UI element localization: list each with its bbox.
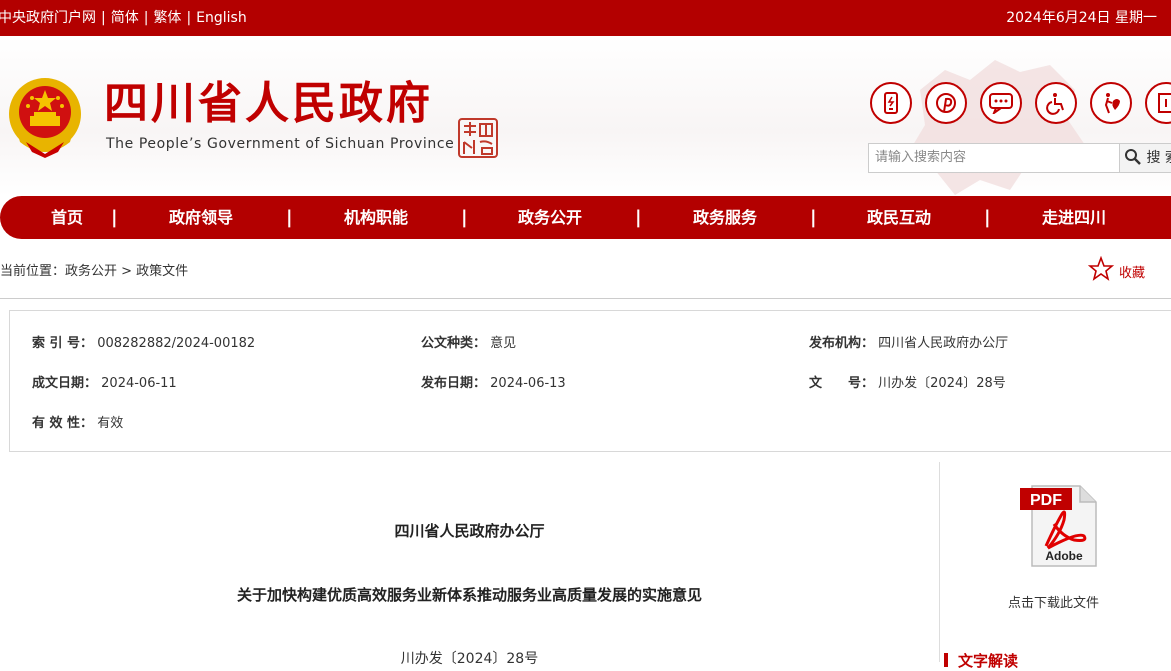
meta-validity: 有 效 性： 有效	[32, 412, 123, 431]
site-title[interactable]: 四川省人民政府	[104, 76, 433, 132]
sidebar-divider	[939, 462, 940, 662]
meta-value: 川办发〔2024〕28号	[878, 376, 1006, 391]
search-button-label: 搜 索	[1146, 150, 1171, 166]
sichuan-seal-logo	[458, 118, 498, 158]
link-simplified[interactable]: 简体	[111, 10, 139, 26]
top-separator: |	[101, 10, 106, 26]
pinterest-icon[interactable]	[925, 82, 967, 124]
link-central-gov[interactable]: 中央政府门户网	[0, 10, 96, 26]
star-icon	[1088, 256, 1114, 281]
heading-marker	[944, 653, 948, 667]
meta-label: 公文种类：	[421, 336, 487, 351]
nav-separator: |	[984, 207, 991, 228]
nav-separator: |	[461, 207, 468, 228]
meta-label: 发布日期：	[421, 376, 487, 391]
wheelchair-icon[interactable]	[1035, 82, 1077, 124]
meta-index: 索 引 号： 008282882/2024-00182	[32, 332, 255, 351]
search-icon	[1125, 149, 1141, 165]
nav-separator: |	[111, 207, 118, 228]
nav-functions[interactable]: 机构职能	[344, 196, 408, 239]
national-emblem-logo[interactable]	[6, 76, 84, 158]
document-issuer: 四川省人民政府办公厅	[394, 522, 545, 540]
nav-leaders[interactable]: 政府领导	[169, 196, 233, 239]
divider	[0, 298, 1171, 299]
document-number: 川办发〔2024〕28号	[400, 651, 539, 667]
meta-value: 2024-06-11	[101, 376, 177, 391]
meta-label: 有 效 性：	[32, 416, 94, 431]
adobe-text: Adobe	[1045, 549, 1083, 563]
nav-interaction[interactable]: 政民互动	[867, 196, 931, 239]
meta-label: 文 号：	[809, 376, 875, 391]
exit-icon[interactable]	[1145, 82, 1171, 124]
meta-value: 有效	[97, 416, 124, 431]
nav-separator: |	[286, 207, 293, 228]
nav-gov-affairs[interactable]: 政务公开	[518, 196, 582, 239]
meta-label: 成文日期：	[32, 376, 98, 391]
nav-separator: |	[810, 207, 817, 228]
download-caption[interactable]: 点击下载此文件	[1008, 592, 1099, 611]
sidebar-heading-text: 文字解读	[958, 652, 1019, 670]
meta-doc-number: 文 号： 川办发〔2024〕28号	[809, 372, 1006, 391]
meta-label: 发布机构：	[809, 336, 875, 351]
search-button[interactable]: 搜 索	[1120, 143, 1171, 173]
pdf-badge-text: PDF	[1030, 492, 1062, 509]
site-header: 四川省人民政府 The People’s Government of Sichu…	[0, 36, 1171, 196]
meta-value: 意见	[490, 336, 517, 351]
meta-created: 成文日期： 2024-06-11	[32, 372, 177, 391]
meta-value: 四川省人民政府办公厅	[878, 336, 1009, 351]
link-traditional[interactable]: 繁体	[153, 10, 181, 26]
meta-publisher: 发布机构： 四川省人民政府办公厅	[809, 332, 1008, 351]
breadcrumb: 当前位置：政务公开 > 政策文件	[0, 264, 189, 279]
link-english[interactable]: English	[196, 10, 247, 26]
nav-about-sichuan[interactable]: 走进四川	[1042, 196, 1106, 239]
meta-published: 发布日期： 2024-06-13	[421, 372, 566, 391]
search-input[interactable]: 请输入搜索内容	[868, 143, 1120, 173]
top-links: 中央政府门户网 | 简体 | 繁体 | English	[0, 0, 247, 36]
meta-value: 2024-06-13	[490, 376, 566, 391]
sidebar-heading: 文字解读	[944, 650, 1018, 671]
current-date: 2024年6月24日 星期一	[1006, 10, 1157, 26]
meta-value: 008282882/2024-00182	[97, 336, 256, 351]
document-meta-box: 索 引 号： 008282882/2024-00182 公文种类： 意见 发布机…	[9, 310, 1171, 452]
chat-icon[interactable]	[980, 82, 1022, 124]
nav-home[interactable]: 首页	[51, 196, 83, 239]
top-bar: 中央政府门户网 | 简体 | 繁体 | English 2024年6月24日 星期一	[0, 0, 1171, 36]
document-title: 关于加快构建优质高效服务业新体系推动服务业高质量发展的实施意见	[236, 586, 702, 604]
meta-doc-type: 公文种类： 意见	[421, 332, 516, 351]
meta-label: 索 引 号：	[32, 336, 94, 351]
top-separator: |	[186, 10, 192, 26]
elderly-care-icon[interactable]	[1090, 82, 1132, 124]
top-separator: |	[143, 10, 149, 26]
pdf-download-icon[interactable]: PDF Adobe	[1018, 484, 1100, 568]
main-nav: 首页 | 政府领导 | 机构职能 | 政务公开 | 政务服务 | 政民互动 | …	[0, 196, 1171, 239]
nav-services[interactable]: 政务服务	[693, 196, 757, 239]
site-subtitle: The People’s Government of Sichuan Provi…	[106, 136, 455, 152]
mobile-icon[interactable]	[870, 82, 912, 124]
nav-separator: |	[635, 207, 642, 228]
favorite-label: 收藏	[1119, 266, 1146, 281]
